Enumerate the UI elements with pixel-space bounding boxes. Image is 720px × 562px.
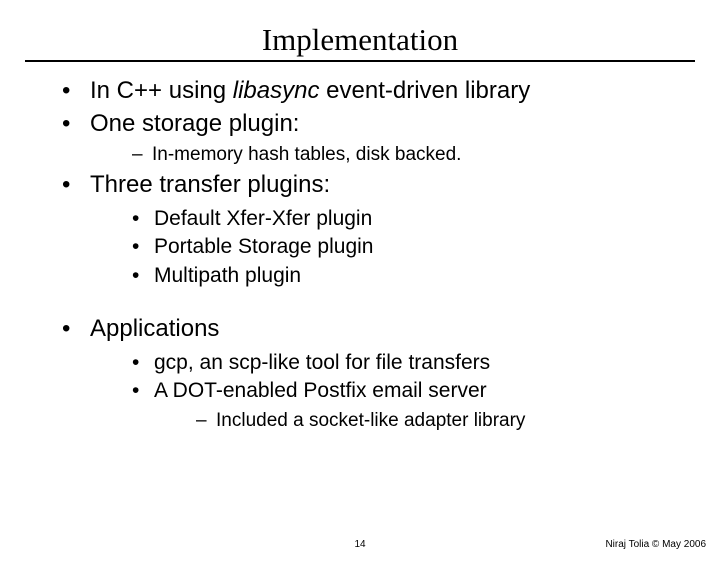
sub-bullet-text: In-memory hash tables, disk backed. <box>152 144 461 165</box>
sub-bullet-item: Multipath plugin <box>132 262 720 290</box>
bullet-text: In C++ using <box>90 77 233 104</box>
sub-sub-bullet-text: Included a socket-like adapter library <box>216 410 525 431</box>
page-number: 14 <box>354 539 365 550</box>
sub-bullet-item: Portable Storage plugin <box>132 233 720 261</box>
bullet-text: One storage plugin: <box>90 110 299 137</box>
spacer <box>0 292 720 314</box>
bullet-list: In C++ using libasync event-driven libra… <box>0 76 720 290</box>
bullet-text-italic: libasync <box>233 77 320 104</box>
sub-sub-list: Included a socket-like adapter library <box>154 409 720 434</box>
slide-content: In C++ using libasync event-driven libra… <box>0 62 720 434</box>
sub-bullet-item: In-memory hash tables, disk backed. <box>132 143 720 168</box>
author-copyright: Niraj Tolia © May 2006 <box>605 539 706 550</box>
sub-list: In-memory hash tables, disk backed. <box>90 143 720 168</box>
sub-bullet-text: gcp, an scp-like tool for file transfers <box>154 351 490 374</box>
title-block: Implementation <box>0 22 720 62</box>
sub-sub-bullet-item: Included a socket-like adapter library <box>196 409 720 434</box>
sub-list: gcp, an scp-like tool for file transfers… <box>90 349 720 434</box>
sub-list: Default Xfer-Xfer plugin Portable Storag… <box>90 205 720 290</box>
sub-bullet-text: Multipath plugin <box>154 264 301 287</box>
sub-bullet-item: Default Xfer-Xfer plugin <box>132 205 720 233</box>
bullet-item: Three transfer plugins: Default Xfer-Xfe… <box>62 170 720 290</box>
sub-bullet-item: gcp, an scp-like tool for file transfers <box>132 349 720 377</box>
slide: Implementation In C++ using libasync eve… <box>0 22 720 562</box>
bullet-item: One storage plugin: In-memory hash table… <box>62 109 720 168</box>
sub-bullet-text: A DOT-enabled Postfix email server <box>154 379 487 402</box>
bullet-list: Applications gcp, an scp-like tool for f… <box>0 314 720 434</box>
bullet-text: event-driven library <box>319 77 530 104</box>
bullet-item: In C++ using libasync event-driven libra… <box>62 76 720 107</box>
slide-title: Implementation <box>0 22 720 60</box>
bullet-text: Applications <box>90 315 219 342</box>
bullet-item: Applications gcp, an scp-like tool for f… <box>62 314 720 434</box>
sub-bullet-text: Default Xfer-Xfer plugin <box>154 207 372 230</box>
sub-bullet-text: Portable Storage plugin <box>154 235 374 258</box>
title-underline <box>25 60 695 62</box>
bullet-text: Three transfer plugins: <box>90 171 330 198</box>
sub-bullet-item: A DOT-enabled Postfix email server Inclu… <box>132 377 720 434</box>
